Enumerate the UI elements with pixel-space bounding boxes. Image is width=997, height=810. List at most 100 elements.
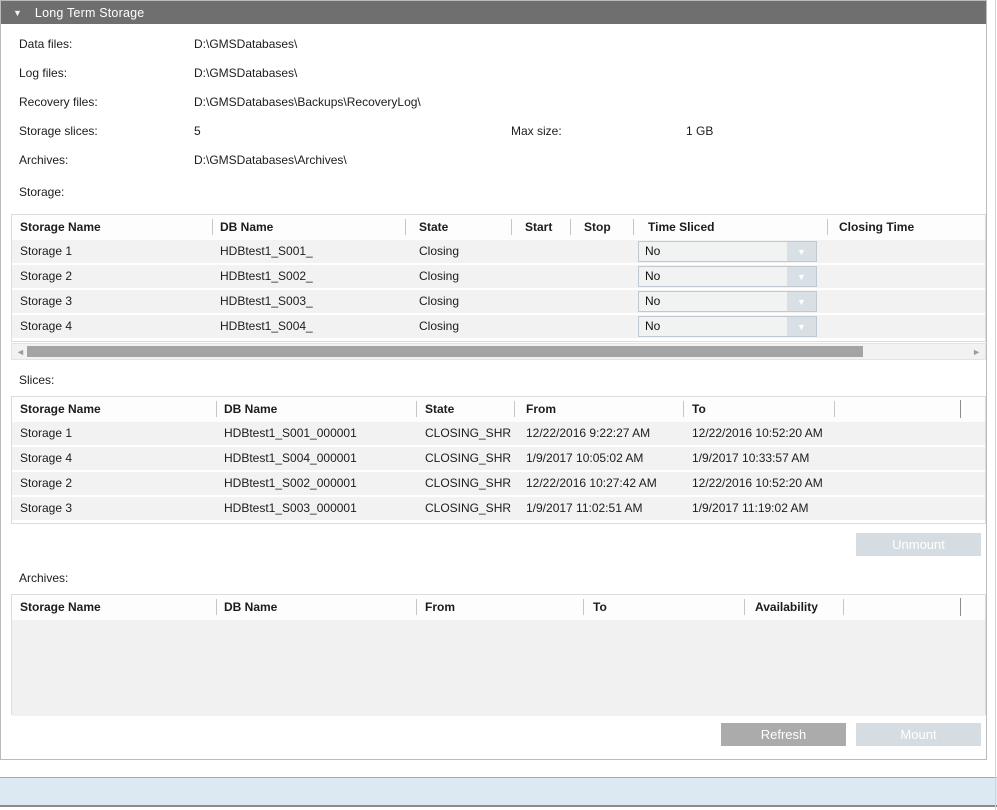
storage-slices-label: Storage slices: bbox=[19, 124, 98, 138]
column-divider bbox=[960, 400, 961, 418]
cell-storage-name: Storage 3 bbox=[20, 294, 72, 308]
cell-state: Closing bbox=[419, 244, 459, 258]
storage-slices-value: 5 bbox=[194, 124, 201, 138]
column-divider bbox=[416, 401, 417, 417]
slice-row[interactable]: Storage 1 HDBtest1_S001_000001 CLOSING_S… bbox=[12, 422, 985, 445]
cell-db-name: HDBtest1_S002_ bbox=[220, 269, 313, 283]
column-divider bbox=[511, 219, 512, 235]
unmount-button[interactable]: Unmount bbox=[856, 533, 981, 556]
chevron-down-icon[interactable]: ▼ bbox=[787, 242, 816, 261]
long-term-storage-panel: ▼ Long Term Storage Data files: D:\GMSDa… bbox=[0, 0, 987, 760]
recovery-files-label: Recovery files: bbox=[19, 95, 98, 109]
col-closing-time[interactable]: Closing Time bbox=[839, 220, 914, 234]
archives-path-value: D:\GMSDatabases\Archives\ bbox=[194, 153, 347, 167]
cell-to: 12/22/2016 10:52:20 AM bbox=[692, 476, 842, 490]
column-divider bbox=[514, 401, 515, 417]
col-time-sliced[interactable]: Time Sliced bbox=[648, 220, 714, 234]
recovery-files-value: D:\GMSDatabases\Backups\RecoveryLog\ bbox=[194, 95, 421, 109]
col-storage-name[interactable]: Storage Name bbox=[20, 220, 101, 234]
storage-row[interactable]: Storage 2 HDBtest1_S002_ Closing No ▼ bbox=[12, 265, 985, 288]
collapse-triangle-icon[interactable]: ▼ bbox=[13, 8, 22, 18]
cell-db-name: HDBtest1_S003_ bbox=[220, 294, 313, 308]
time-sliced-value: No bbox=[639, 292, 787, 311]
refresh-button[interactable]: Refresh bbox=[721, 723, 846, 746]
cell-state: CLOSING_SHR bbox=[425, 501, 513, 515]
archives-section-label: Archives: bbox=[19, 571, 68, 585]
max-size-label: Max size: bbox=[511, 124, 562, 138]
chevron-down-icon[interactable]: ▼ bbox=[787, 292, 816, 311]
slice-row[interactable]: Storage 3 HDBtest1_S003_000001 CLOSING_S… bbox=[12, 497, 985, 520]
storage-row[interactable]: Storage 1 HDBtest1_S001_ Closing No ▼ bbox=[12, 240, 985, 263]
bottom-status-bar bbox=[0, 777, 997, 807]
cell-state: Closing bbox=[419, 294, 459, 308]
cell-storage-name: Storage 1 bbox=[20, 426, 72, 440]
slices-table-header: Storage Name DB Name State From To bbox=[12, 397, 985, 422]
panel-header[interactable]: ▼ Long Term Storage bbox=[1, 1, 986, 24]
cell-state: CLOSING_SHR bbox=[425, 451, 513, 465]
max-size-value: 1 GB bbox=[686, 124, 713, 138]
cell-state: Closing bbox=[419, 319, 459, 333]
chevron-down-icon[interactable]: ▼ bbox=[787, 317, 816, 336]
col-storage-name[interactable]: Storage Name bbox=[20, 402, 101, 416]
cell-to: 1/9/2017 11:19:02 AM bbox=[692, 501, 842, 515]
storage-table-header: Storage Name DB Name State Start Stop Ti… bbox=[12, 215, 985, 240]
col-from[interactable]: From bbox=[425, 600, 455, 614]
chevron-down-icon[interactable]: ▼ bbox=[787, 267, 816, 286]
cell-storage-name: Storage 2 bbox=[20, 476, 72, 490]
col-from[interactable]: From bbox=[526, 402, 556, 416]
cell-db-name: HDBtest1_S004_000001 bbox=[224, 451, 357, 465]
time-sliced-value: No bbox=[639, 317, 787, 336]
column-divider bbox=[405, 219, 406, 235]
cell-storage-name: Storage 4 bbox=[20, 319, 72, 333]
col-db-name[interactable]: DB Name bbox=[224, 402, 277, 416]
time-sliced-dropdown[interactable]: No ▼ bbox=[638, 266, 817, 287]
time-sliced-dropdown[interactable]: No ▼ bbox=[638, 291, 817, 312]
storage-row[interactable]: Storage 4 HDBtest1_S004_ Closing No ▼ bbox=[12, 315, 985, 338]
archives-empty-body bbox=[12, 620, 985, 716]
panel-title: Long Term Storage bbox=[35, 6, 145, 20]
horizontal-scrollbar[interactable]: ◄ ► bbox=[11, 343, 986, 360]
cell-storage-name: Storage 2 bbox=[20, 269, 72, 283]
cell-from: 1/9/2017 11:02:51 AM bbox=[526, 501, 682, 515]
cell-db-name: HDBtest1_S003_000001 bbox=[224, 501, 357, 515]
archives-path-label: Archives: bbox=[19, 153, 68, 167]
scrollbar-thumb[interactable] bbox=[27, 346, 863, 357]
slices-table: Storage Name DB Name State From To Stora… bbox=[11, 396, 986, 524]
column-divider bbox=[683, 401, 684, 417]
column-divider bbox=[416, 599, 417, 615]
col-stop[interactable]: Stop bbox=[584, 220, 611, 234]
col-storage-name[interactable]: Storage Name bbox=[20, 600, 101, 614]
col-state[interactable]: State bbox=[425, 402, 454, 416]
mount-button[interactable]: Mount bbox=[856, 723, 981, 746]
column-divider bbox=[570, 219, 571, 235]
cell-state: CLOSING_SHR bbox=[425, 426, 513, 440]
cell-to: 12/22/2016 10:52:20 AM bbox=[692, 426, 842, 440]
col-db-name[interactable]: DB Name bbox=[224, 600, 277, 614]
scroll-right-icon[interactable]: ► bbox=[972, 347, 981, 357]
slice-row[interactable]: Storage 2 HDBtest1_S002_000001 CLOSING_S… bbox=[12, 472, 985, 495]
cell-storage-name: Storage 4 bbox=[20, 451, 72, 465]
scroll-left-icon[interactable]: ◄ bbox=[16, 347, 25, 357]
storage-row[interactable]: Storage 3 HDBtest1_S003_ Closing No ▼ bbox=[12, 290, 985, 313]
cell-from: 1/9/2017 10:05:02 AM bbox=[526, 451, 682, 465]
col-start[interactable]: Start bbox=[525, 220, 552, 234]
col-db-name[interactable]: DB Name bbox=[220, 220, 273, 234]
data-files-value: D:\GMSDatabases\ bbox=[194, 37, 297, 51]
cell-state: Closing bbox=[419, 269, 459, 283]
col-state[interactable]: State bbox=[419, 220, 448, 234]
column-divider bbox=[843, 599, 844, 615]
col-availability[interactable]: Availability bbox=[755, 600, 818, 614]
log-files-label: Log files: bbox=[19, 66, 67, 80]
slice-row[interactable]: Storage 4 HDBtest1_S004_000001 CLOSING_S… bbox=[12, 447, 985, 470]
data-files-label: Data files: bbox=[19, 37, 72, 51]
log-files-value: D:\GMSDatabases\ bbox=[194, 66, 297, 80]
cell-db-name: HDBtest1_S002_000001 bbox=[224, 476, 357, 490]
archives-table: Storage Name DB Name From To Availabilit… bbox=[11, 594, 986, 715]
column-divider bbox=[212, 219, 213, 235]
archives-table-header: Storage Name DB Name From To Availabilit… bbox=[12, 595, 985, 620]
time-sliced-dropdown[interactable]: No ▼ bbox=[638, 316, 817, 337]
col-to[interactable]: To bbox=[593, 600, 607, 614]
column-divider bbox=[216, 599, 217, 615]
col-to[interactable]: To bbox=[692, 402, 706, 416]
time-sliced-dropdown[interactable]: No ▼ bbox=[638, 241, 817, 262]
